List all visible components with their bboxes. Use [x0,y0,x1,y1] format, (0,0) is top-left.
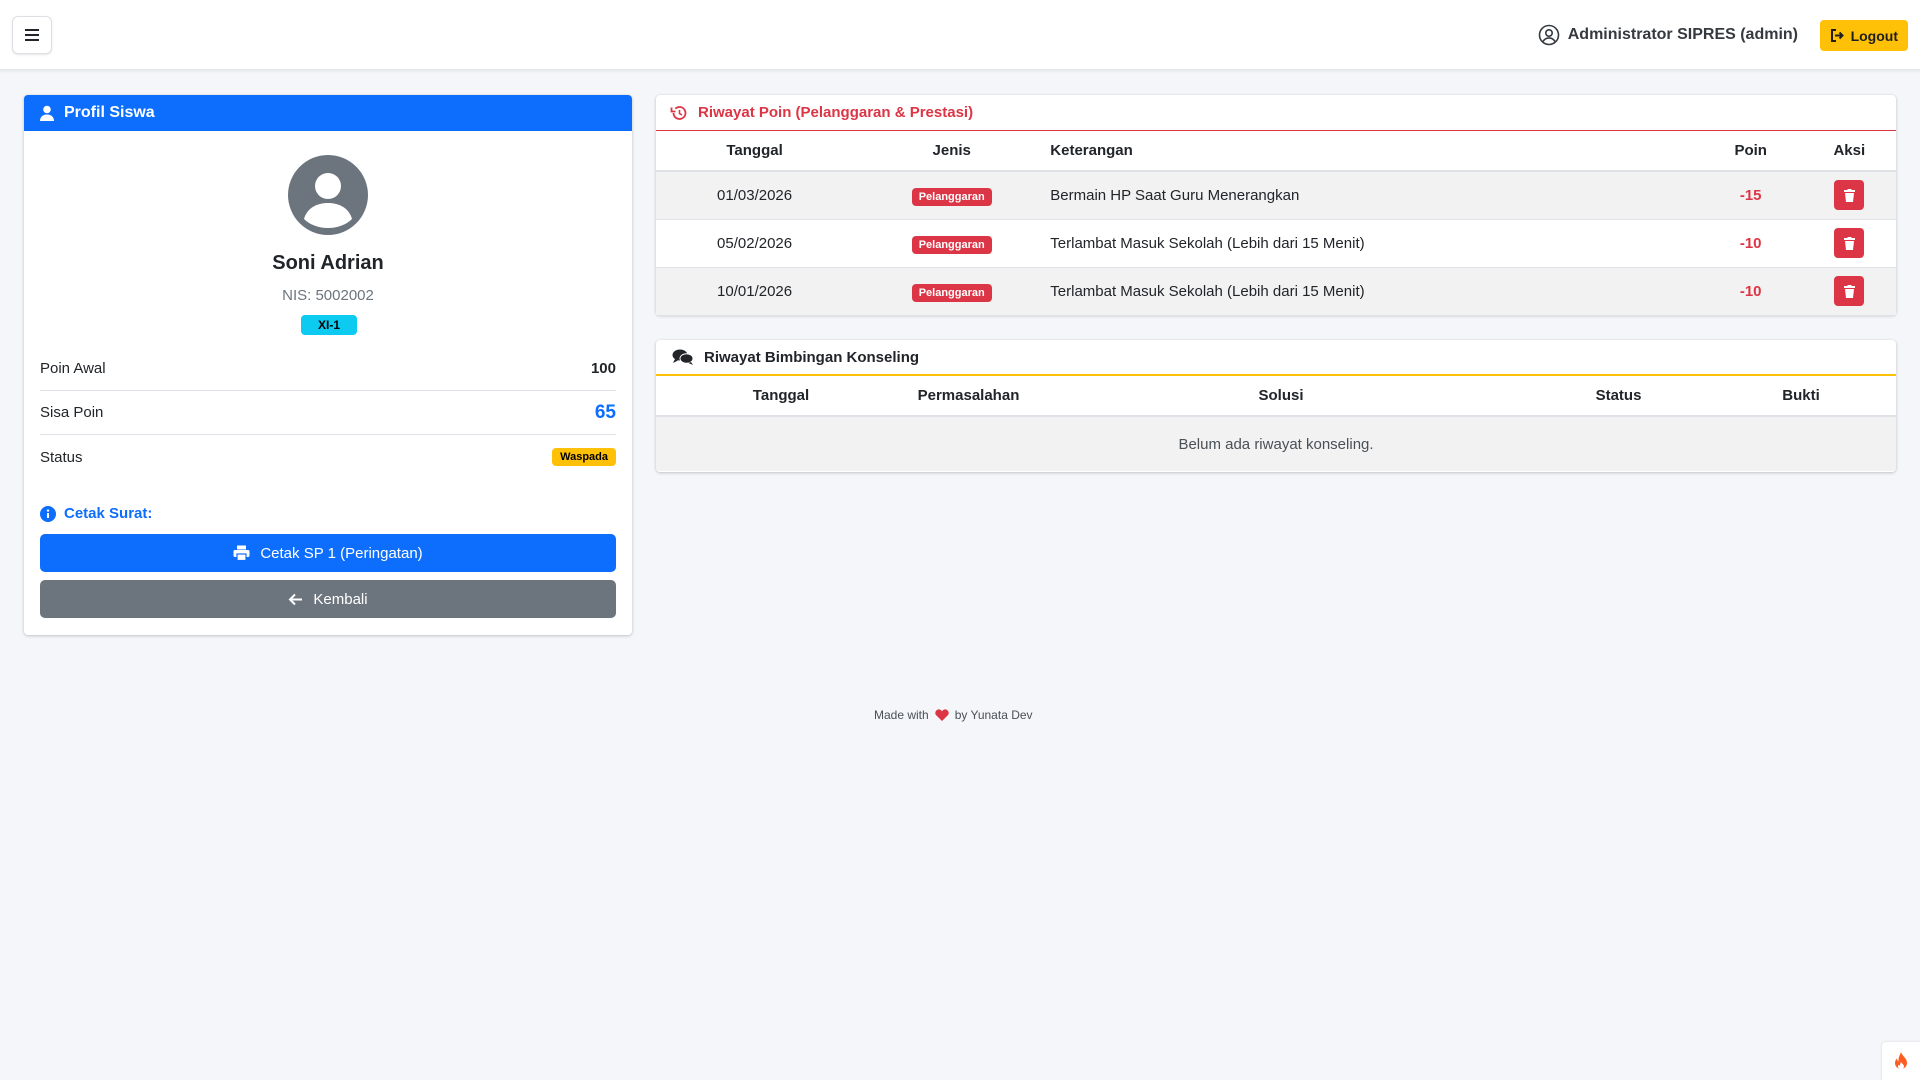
info-circle-icon [40,505,56,522]
counseling-table: Tanggal Permasalahan Solusi Status Bukti [656,376,1896,417]
history-card-title: Riwayat Poin (Pelanggaran & Prestasi) [698,104,974,121]
arrow-left-icon [288,593,303,605]
footer: Made with by Yunata Dev [874,708,1033,722]
comments-icon [672,349,694,365]
col-aksi: Aksi [1802,131,1896,172]
row-date: 10/01/2026 [656,267,854,316]
print-sp1-button[interactable]: Cetak SP 1 (Peringatan) [40,534,616,572]
profile-card-title: Profil Siswa [64,104,155,121]
point-history-card: Riwayat Poin (Pelanggaran & Prestasi) Ta… [656,95,1896,316]
back-button[interactable]: Kembali [40,580,616,618]
cetak-surat-label: Cetak Surat: [40,505,152,522]
status-badge: Waspada [552,448,616,466]
table-row: 10/01/2026 Pelanggaran Terlambat Masuk S… [656,267,1896,316]
logout-label: Logout [1850,27,1898,44]
trash-icon [1843,188,1855,202]
col-keterangan: Keterangan [1050,131,1699,172]
col-tanggal: Tanggal [656,131,854,172]
counseling-card-header: Riwayat Bimbingan Konseling [656,340,1896,376]
col-bukti: Bukti [1706,376,1896,417]
row-keterangan: Terlambat Masuk Sekolah (Lebih dari 15 M… [1050,267,1699,316]
heart-icon [935,709,949,721]
footer-author: by Yunata Dev [954,708,1033,722]
menu-toggle-button[interactable] [12,16,52,54]
user-avatar-icon [304,173,352,228]
history-icon [670,105,687,120]
delete-button[interactable] [1834,276,1865,306]
empty-counseling-message: Belum ada riwayat konseling. [656,417,1896,471]
point-history-table: Tanggal Jenis Keterangan Poin Aksi 01/03… [656,131,1896,316]
table-row: 05/02/2026 Pelanggaran Terlambat Masuk S… [656,219,1896,268]
student-profile-card: Profil Siswa Soni Adrian NIS: 5002002 XI… [24,95,632,635]
fire-widget-button[interactable] [1882,1042,1920,1080]
sisa-poin-label: Sisa Poin [40,404,104,421]
logout-button[interactable]: Logout [1819,20,1908,51]
class-badge: XI-1 [301,315,357,335]
user-circle-icon [1538,24,1560,46]
user-name-label: Administrator SIPRES (admin) [1567,26,1798,43]
back-label: Kembali [313,590,368,608]
print-icon [233,545,250,561]
jenis-badge: Pelanggaran [911,235,992,254]
footer-made-with: Made with [874,708,929,722]
col-poin: Poin [1698,131,1803,172]
history-card-header: Riwayat Poin (Pelanggaran & Prestasi) [656,95,1896,131]
status-label: Status [40,448,83,466]
student-avatar [288,155,368,235]
row-poin: -10 [1698,219,1803,268]
student-nis: NIS: 5002002 [282,287,374,304]
poin-awal-label: Poin Awal [40,360,106,377]
student-name: Soni Adrian [272,252,384,274]
row-keterangan: Terlambat Masuk Sekolah (Lebih dari 15 M… [1050,219,1699,268]
row-poin: -15 [1698,171,1803,220]
col-permasalahan: Permasalahan [906,376,1031,417]
trash-icon [1843,236,1855,250]
user-icon [40,105,54,121]
counseling-history-card: Riwayat Bimbingan Konseling Tanggal Perm… [656,340,1896,472]
poin-awal-value: 100 [590,360,616,377]
sisa-poin-row: Sisa Poin 65 [40,391,616,435]
user-menu[interactable]: Administrator SIPRES (admin) [1538,24,1798,46]
col-status: Status [1531,376,1706,417]
sign-out-icon [1830,29,1844,42]
hamburger-icon [25,29,39,41]
jenis-badge: Pelanggaran [911,283,992,302]
delete-button[interactable] [1834,228,1865,258]
col-jenis: Jenis [853,131,1051,172]
print-sp1-label: Cetak SP 1 (Peringatan) [260,544,423,562]
col-solusi: Solusi [1031,376,1531,417]
delete-button[interactable] [1834,180,1865,211]
profile-card-header: Profil Siswa [24,95,632,131]
counseling-card-title: Riwayat Bimbingan Konseling [704,348,920,366]
fire-icon [1895,1052,1907,1070]
row-keterangan: Bermain HP Saat Guru Menerangkan [1050,171,1699,220]
row-date: 01/03/2026 [656,171,854,220]
top-navbar: Administrator SIPRES (admin) Logout [0,0,1920,70]
sisa-poin-value: 65 [594,401,616,423]
row-date: 05/02/2026 [656,219,854,268]
poin-awal-row: Poin Awal 100 [40,347,616,391]
table-row: 01/03/2026 Pelanggaran Bermain HP Saat G… [656,171,1896,220]
row-poin: -10 [1698,267,1803,316]
status-row: Status Waspada [40,435,616,479]
col-tanggal: Tanggal [656,376,906,417]
cetak-surat-text: Cetak Surat: [64,505,153,522]
trash-icon [1843,284,1855,298]
jenis-badge: Pelanggaran [911,187,992,206]
